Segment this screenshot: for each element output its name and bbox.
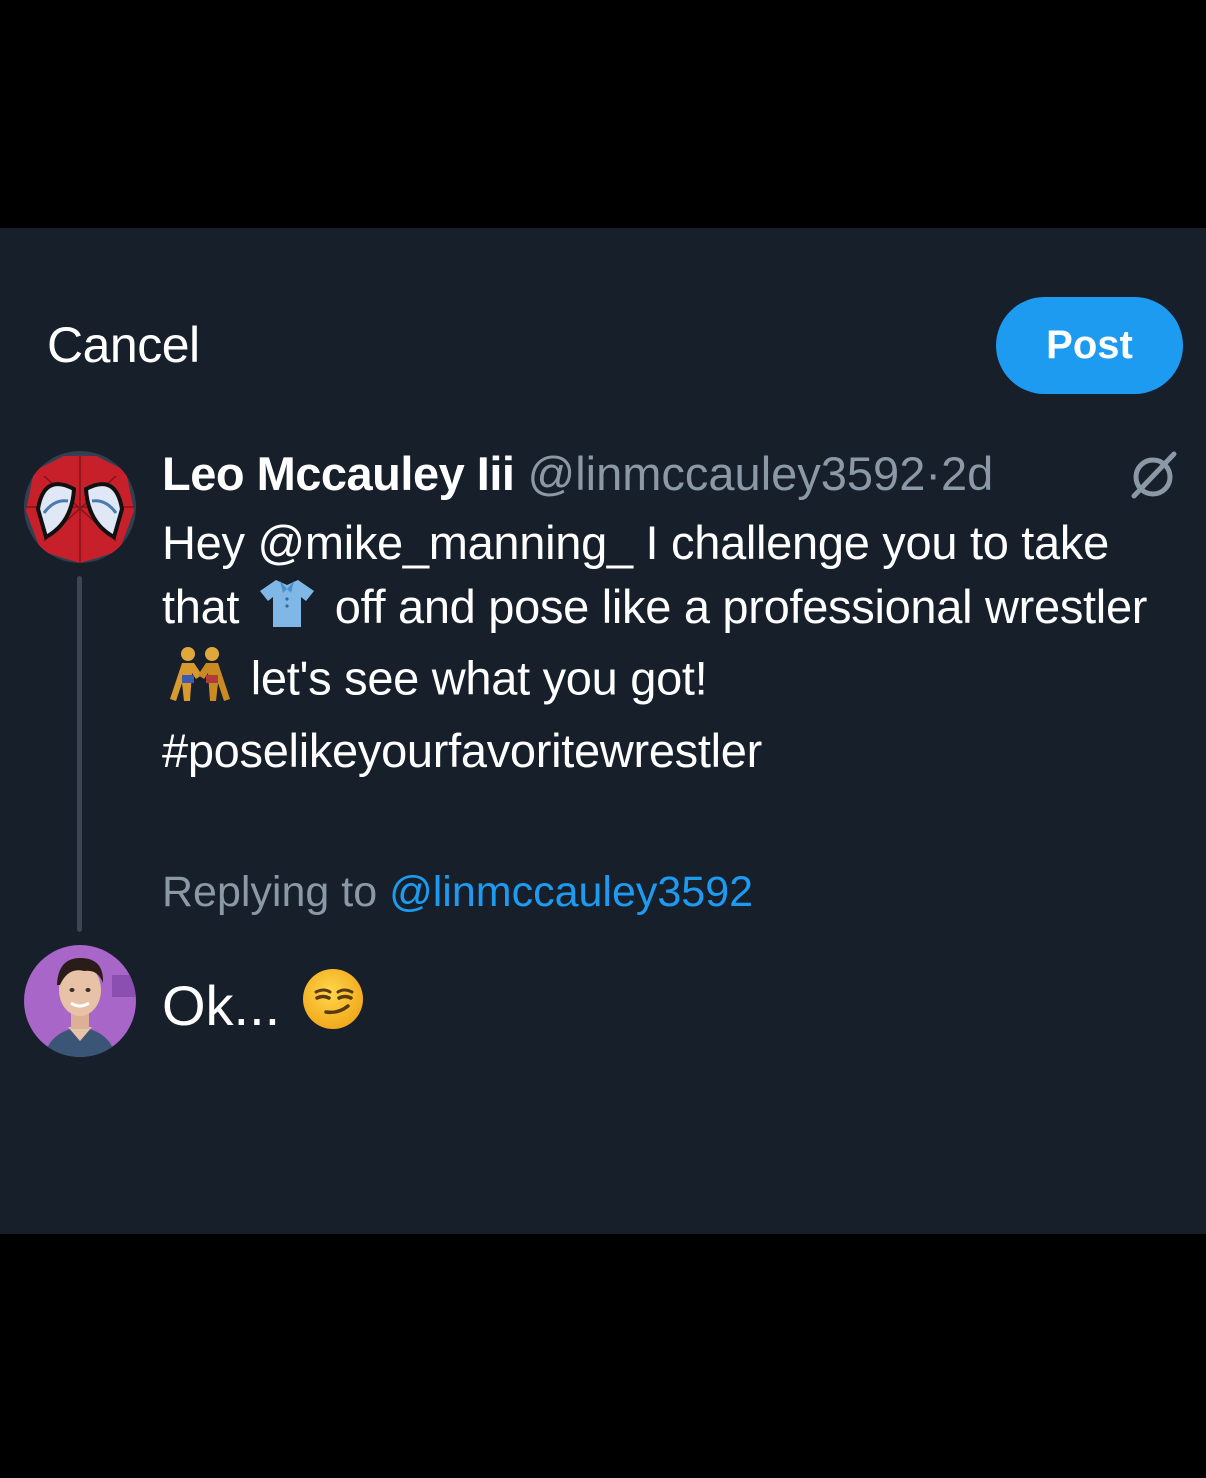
reply-compose-field[interactable]: Ok... [162,968,370,1043]
smirking-face-icon [302,968,364,1043]
thread-connector-line [77,576,82,932]
reply-composer-panel: Cancel Post Leo Mccauley Iii @linmccaule… [0,228,1206,1234]
post-hashtag[interactable]: #poselikeyourfavoritewrestler [162,724,762,777]
post-text-part3: let's see what you got! [250,651,708,704]
composer-top-bar: Cancel Post [0,228,1206,418]
original-author-handle[interactable]: @linmccauley3592 [528,447,926,500]
reply-author-avatar[interactable] [24,945,136,1057]
original-post-header: Leo Mccauley Iii @linmccauley3592·2d [162,446,993,502]
post-age: 2d [941,447,994,500]
replying-to-line: Replying to @linmccauley3592 [162,868,753,917]
shirt-icon [258,577,316,645]
wrestlers-icon [168,645,232,719]
original-post-text: Hey @mike_manning_ I challenge you to ta… [162,511,1172,783]
cancel-button[interactable]: Cancel [47,316,200,374]
grok-icon[interactable] [1128,450,1178,500]
header-separator: · [925,447,941,500]
replying-to-label: Replying to [162,868,378,916]
reply-draft-text: Ok... [162,974,281,1037]
post-text-part2: off and pose like a professional wrestle… [334,580,1148,633]
replying-to-handle[interactable]: @linmccauley3592 [389,868,753,916]
post-button[interactable]: Post [996,297,1183,394]
original-author-name[interactable]: Leo Mccauley Iii [162,447,515,500]
original-author-avatar[interactable] [24,451,136,563]
